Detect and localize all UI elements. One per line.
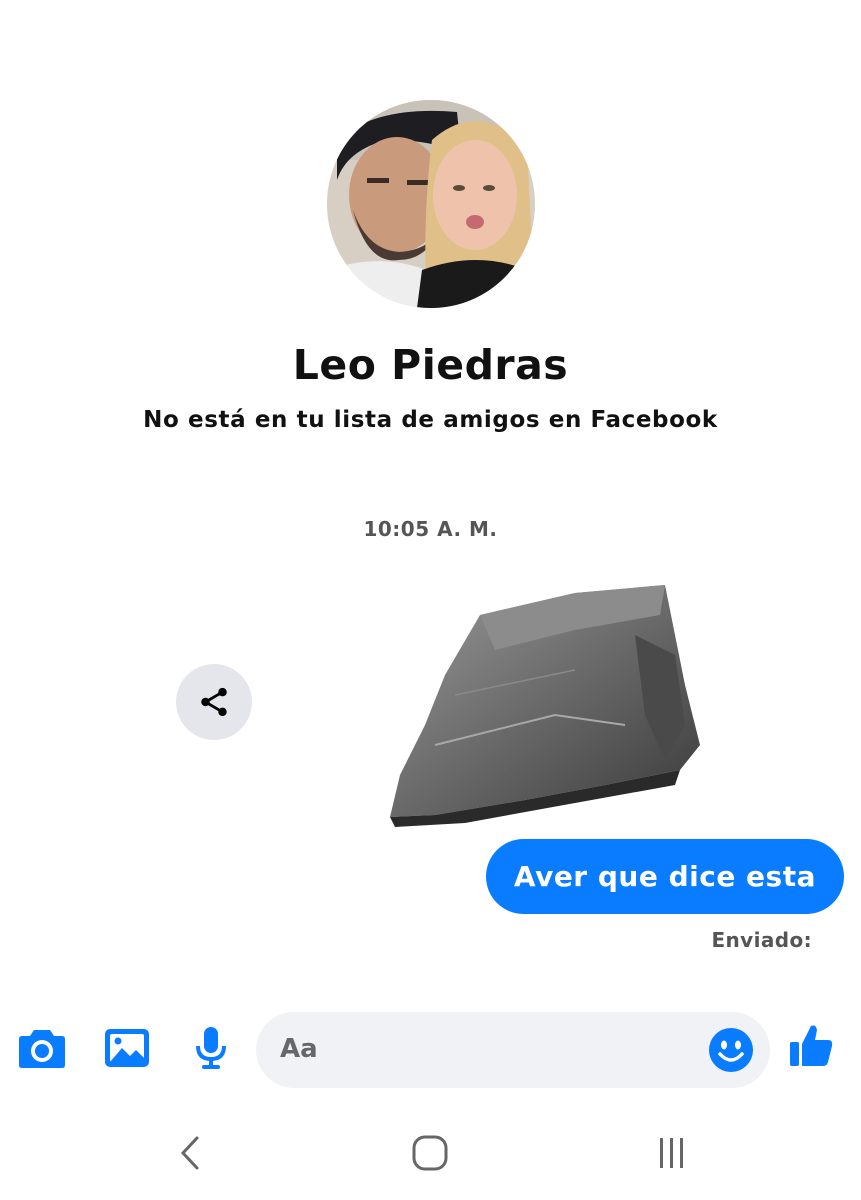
recents-icon [660, 1138, 683, 1168]
rock-image[interactable] [375, 575, 715, 830]
like-button[interactable] [786, 1020, 836, 1070]
message-input[interactable]: Aa [256, 1012, 770, 1088]
avatar-photo [327, 100, 535, 308]
outgoing-message-bubble[interactable]: Aver que dice esta [485, 839, 844, 914]
message-input-placeholder: Aa [280, 1034, 318, 1064]
gallery-button[interactable] [101, 1022, 153, 1074]
camera-button[interactable] [16, 1022, 68, 1074]
back-icon [180, 1136, 199, 1170]
delivery-status: Enviado: [711, 928, 812, 952]
image-icon [105, 1029, 149, 1067]
profile-friend-status: No está en tu lista de amigos en Faceboo… [143, 407, 718, 433]
camera-icon [19, 1030, 65, 1068]
nav-recents-button[interactable] [646, 1128, 696, 1178]
home-icon [412, 1135, 448, 1171]
message-timestamp: 10:05 A. M. [363, 517, 498, 541]
profile-name: Leo Piedras [292, 341, 569, 389]
profile-avatar[interactable] [327, 100, 535, 308]
share-icon [201, 687, 227, 717]
nav-back-button[interactable] [165, 1128, 215, 1178]
voice-button[interactable] [185, 1022, 237, 1074]
emoji-icon[interactable] [708, 1027, 754, 1073]
thumbs-up-icon [790, 1025, 833, 1066]
nav-home-button[interactable] [405, 1128, 455, 1178]
microphone-icon [196, 1027, 226, 1069]
outgoing-message-text: Aver que dice esta [513, 860, 816, 893]
share-button[interactable] [176, 664, 252, 740]
